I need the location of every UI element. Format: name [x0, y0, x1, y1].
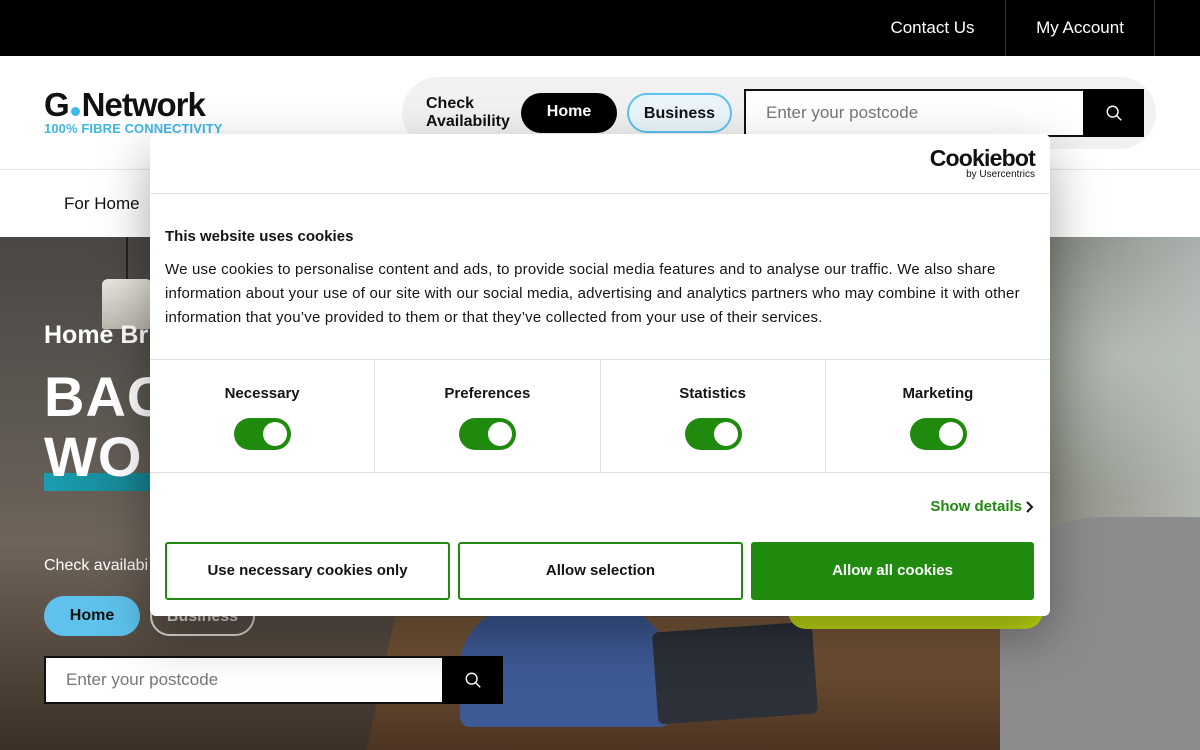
- tablet-device: [651, 621, 819, 725]
- toggle-knob: [713, 422, 738, 446]
- logo-wordmark: G Network: [44, 86, 206, 123]
- nav-for-home[interactable]: For Home: [64, 194, 140, 214]
- use-necessary-cookies-button[interactable]: Use necessary cookies only: [165, 542, 450, 600]
- category-marketing: Marketing: [826, 360, 1050, 472]
- top-bar: Contact Us My Account: [0, 0, 1200, 56]
- category-label: Necessary: [224, 385, 300, 402]
- show-details-link[interactable]: Show details: [930, 498, 1022, 515]
- search-icon: [1106, 105, 1122, 121]
- chevron-right-icon[interactable]: [1025, 498, 1035, 516]
- category-preferences: Preferences: [375, 360, 601, 472]
- home-toggle-button[interactable]: Home: [521, 93, 617, 133]
- contact-us-link[interactable]: Contact Us: [860, 0, 1005, 56]
- cookie-consent-dialog: Cookiebot by Usercentrics This website u…: [150, 134, 1050, 616]
- cookiebot-logo[interactable]: Cookiebot by Usercentrics: [930, 147, 1036, 180]
- necessary-toggle[interactable]: [234, 418, 292, 450]
- category-necessary: Necessary: [150, 360, 376, 472]
- category-label: Preferences: [444, 385, 531, 402]
- category-statistics: Statistics: [601, 360, 826, 472]
- hero-home-button[interactable]: Home: [44, 596, 140, 636]
- cookie-description: We use cookies to personalise content an…: [165, 261, 1020, 326]
- business-toggle-button[interactable]: Business: [627, 93, 732, 133]
- search-icon: [465, 672, 481, 688]
- check-availability-label: Check Availability: [426, 95, 510, 130]
- hero-check-text: Check availabi: [44, 557, 149, 574]
- category-label: Marketing: [902, 385, 974, 402]
- hero-search-button[interactable]: [442, 656, 503, 704]
- my-account-link[interactable]: My Account: [1005, 0, 1155, 56]
- toggle-knob: [488, 422, 513, 446]
- hero-subtitle: Home Br: [44, 321, 149, 349]
- marketing-toggle[interactable]: [909, 418, 967, 450]
- postcode-input[interactable]: Enter your postcode: [744, 89, 1084, 137]
- cookie-categories: Necessary Preferences Statistics Marketi…: [150, 359, 1050, 473]
- logo-dot: [70, 107, 80, 116]
- allow-selection-button[interactable]: Allow selection: [458, 542, 743, 600]
- category-label: Statistics: [679, 385, 746, 402]
- toggle-knob: [938, 422, 963, 446]
- cookie-brand-row: Cookiebot by Usercentrics: [150, 134, 1050, 194]
- hero-postcode-input[interactable]: Enter your postcode: [44, 656, 444, 704]
- cookie-title: This website uses cookies: [165, 228, 354, 245]
- g-network-logo[interactable]: G Network 100% FIBRE CONNECTIVITY: [44, 88, 223, 136]
- statistics-toggle[interactable]: [684, 418, 742, 450]
- allow-all-cookies-button[interactable]: Allow all cookies: [751, 542, 1034, 600]
- lamp-cord: [126, 237, 128, 281]
- postcode-search-button[interactable]: [1083, 89, 1144, 137]
- toggle-knob: [263, 422, 288, 446]
- preferences-toggle[interactable]: [459, 418, 517, 450]
